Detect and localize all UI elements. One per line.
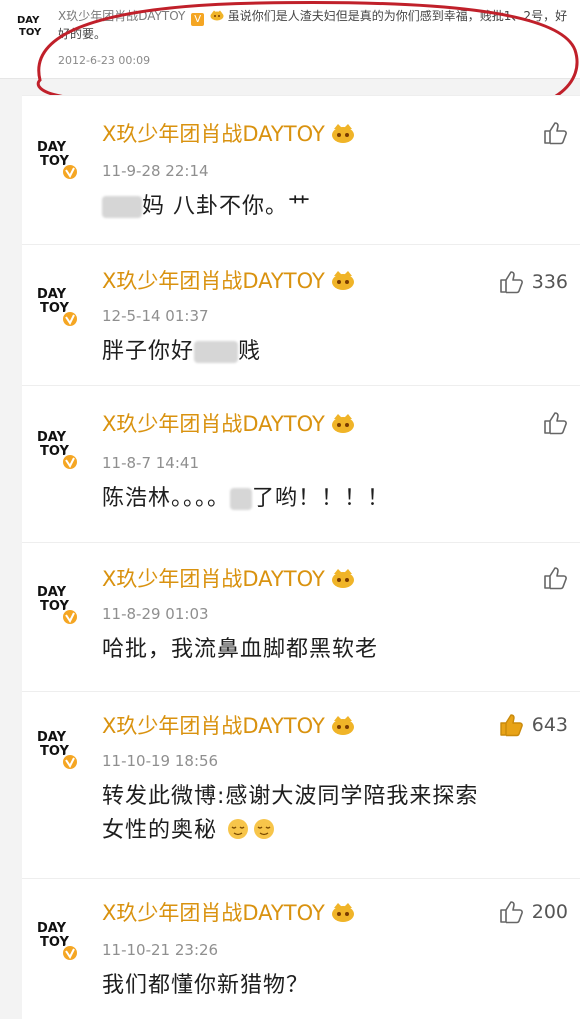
like-count: 200: [531, 901, 568, 923]
svg-text:DAY: DAY: [37, 921, 67, 936]
crown-badge-icon: [331, 271, 354, 290]
blurred-text: [102, 196, 142, 218]
crown-badge-icon: [331, 414, 354, 433]
avatar[interactable]: DAY TOY: [26, 126, 80, 180]
comment-item: DAY TOY X玖少年团肖战DAYTOY 643 11-10-19 18:56…: [22, 691, 580, 878]
comment-username[interactable]: X玖少年团肖战DAYTOY: [102, 710, 355, 740]
comment-time: 11-8-29 01:03: [102, 605, 209, 623]
comment-time: 11-8-7 14:41: [102, 454, 199, 472]
crown-badge-icon: [210, 10, 224, 21]
thumbs-up-icon: [499, 901, 523, 924]
crown-badge-icon: [331, 903, 354, 922]
comment-item: DAY TOY X玖少年团肖战DAYTOY 11-8-29 01:03 哈批，我…: [22, 542, 580, 691]
comment-text-line: 转发此微博:感谢大波同学陪我来探索: [102, 784, 479, 809]
thumbs-up-icon: [544, 412, 567, 435]
comment-item: DAY TOY X玖少年团肖战DAYTOY 200 11-10-21 23:26…: [22, 878, 580, 1019]
top-avatar[interactable]: DAY TOY: [14, 8, 48, 42]
comment-text: 转发此微博:感谢大波同学陪我来探索 女性的奥秘: [102, 780, 562, 848]
comment-item: DAY TOY X玖少年团肖战DAYTOY 336 12-5-14 01:37 …: [22, 244, 580, 385]
emoji-icon: [228, 819, 249, 839]
comment-text: 陈浩林。。。。 了哟！！！！: [102, 486, 391, 511]
like-count: 336: [531, 271, 568, 293]
quoted-post-date: 2012-6-23 00:09: [58, 54, 151, 67]
like-button-active[interactable]: 643: [498, 712, 568, 738]
comment-text: 我们都懂你新猎物？: [102, 973, 310, 998]
quoted-post-username[interactable]: X玖少年团肖战DAYTOY: [58, 9, 185, 23]
comment-text: 哈批，我流鼻血脚都黑软老: [102, 637, 379, 662]
blurred-text: [230, 488, 253, 510]
crown-badge-icon: [331, 569, 354, 588]
avatar[interactable]: DAY TOY: [26, 716, 80, 770]
thumbs-up-icon: [500, 714, 523, 737]
verified-badge-icon: V: [191, 13, 205, 26]
avatar[interactable]: DAY TOY: [26, 416, 80, 470]
like-button[interactable]: [542, 120, 568, 146]
like-button[interactable]: 336: [498, 269, 568, 295]
thumbs-up-icon: [544, 122, 567, 145]
comment-time: 12-5-14 01:37: [102, 307, 209, 325]
svg-text:TOY: TOY: [19, 27, 42, 38]
thumbs-up-icon: [544, 567, 567, 590]
comment-time: 11-10-21 23:26: [102, 941, 219, 959]
comment-list: DAY TOY X玖少年团肖战DAYTOY 11-9-28 22:14 妈 八卦…: [22, 95, 580, 1019]
crown-badge-icon: [331, 124, 354, 143]
comment-text: 妈 八卦不你。艹: [102, 190, 562, 224]
comment-username[interactable]: X玖少年团肖战DAYTOY: [102, 897, 355, 927]
svg-text:DAY: DAY: [37, 585, 67, 600]
svg-text:DAY: DAY: [17, 15, 40, 26]
comment-time: 11-9-28 22:14: [102, 162, 209, 180]
svg-text:DAY: DAY: [37, 730, 67, 745]
svg-text:DAY: DAY: [37, 287, 67, 302]
comment-username[interactable]: X玖少年团肖战DAYTOY: [102, 408, 355, 438]
avatar[interactable]: DAY TOY: [26, 571, 80, 625]
comment-text: 胖子你好贱: [102, 339, 262, 364]
comment-item: DAY TOY X玖少年团肖战DAYTOY 11-9-28 22:14 妈 八卦…: [22, 95, 580, 244]
emoji-icon: [254, 819, 275, 839]
like-count: 643: [531, 714, 568, 736]
avatar[interactable]: DAY TOY: [26, 273, 80, 327]
blurred-text: [194, 341, 239, 363]
crown-badge-icon: [331, 716, 354, 735]
comment-username[interactable]: X玖少年团肖战DAYTOY: [102, 118, 355, 148]
svg-text:DAY: DAY: [37, 430, 67, 445]
like-button[interactable]: 200: [498, 899, 568, 925]
thumbs-up-icon: [499, 271, 523, 294]
quoted-post[interactable]: DAY TOY X玖少年团肖战DAYTOY V 虽说你们是人渣夫妇但是真的为你们…: [0, 0, 580, 79]
comment-item: DAY TOY X玖少年团肖战DAYTOY 11-8-7 14:41 陈浩林。。…: [22, 385, 580, 542]
comment-time: 11-10-19 18:56: [102, 752, 219, 770]
comment-text-line: 女性的奥秘: [102, 814, 562, 848]
like-button[interactable]: [542, 565, 568, 591]
comment-username[interactable]: X玖少年团肖战DAYTOY: [102, 563, 355, 593]
quoted-post-text-line: X玖少年团肖战DAYTOY V 虽说你们是人渣夫妇但是真的为你们感到幸福，贱批1…: [58, 8, 573, 42]
like-button[interactable]: [542, 410, 568, 436]
comment-username[interactable]: X玖少年团肖战DAYTOY: [102, 265, 355, 295]
svg-text:DAY: DAY: [37, 140, 67, 155]
avatar[interactable]: DAY TOY: [26, 907, 80, 961]
